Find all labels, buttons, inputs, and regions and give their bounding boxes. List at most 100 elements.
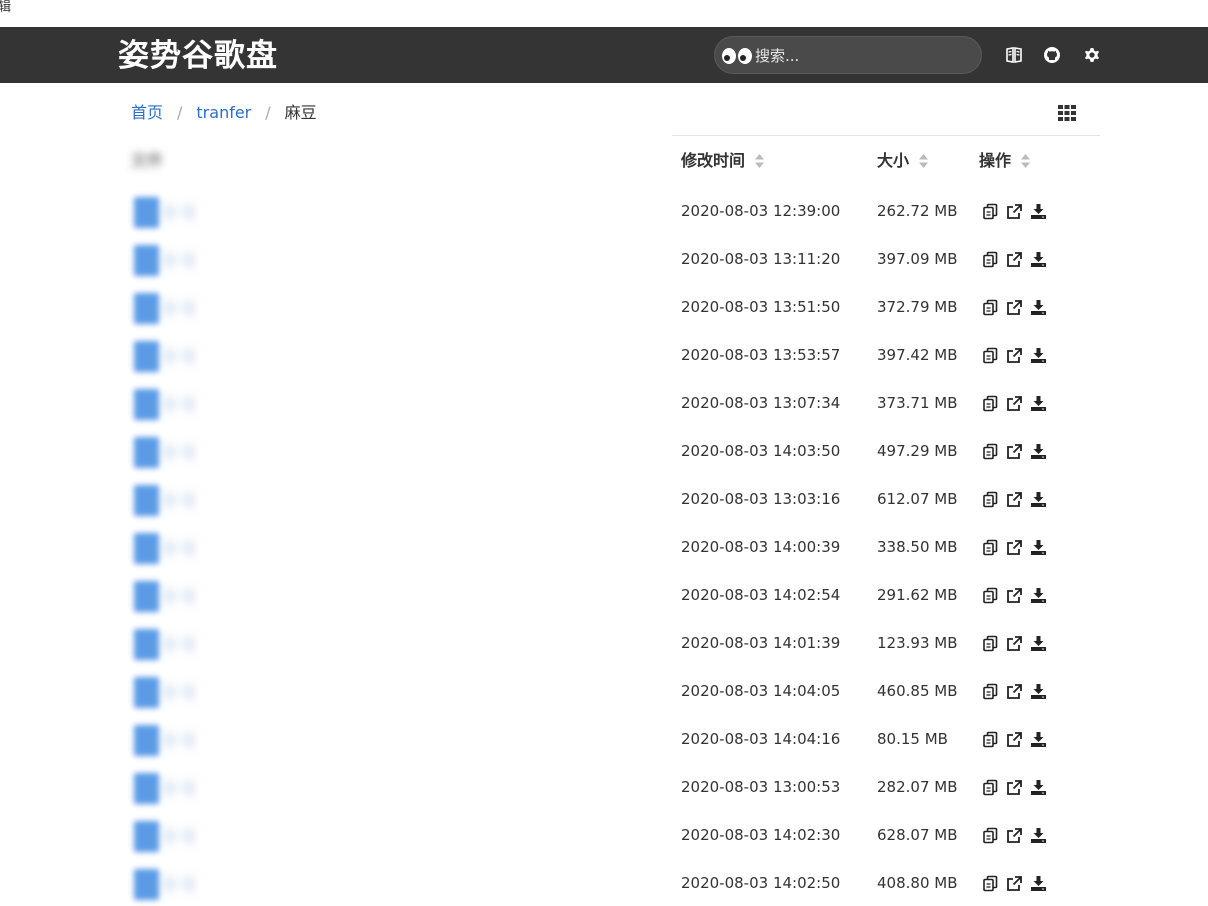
file-icon	[134, 293, 159, 324]
open-external-icon[interactable]	[1006, 731, 1023, 748]
modified-time: 2020-08-03 14:02:50	[681, 874, 841, 892]
open-external-icon[interactable]	[1006, 875, 1023, 892]
copy-link-icon[interactable]	[982, 203, 999, 220]
open-external-icon[interactable]	[1006, 203, 1023, 220]
copy-link-icon[interactable]	[982, 491, 999, 508]
file-name-link[interactable]: [···]	[166, 538, 656, 558]
download-icon[interactable]	[1030, 203, 1047, 220]
copy-link-icon[interactable]	[982, 827, 999, 844]
copy-link-icon[interactable]	[982, 587, 999, 604]
table-row: [···] 2020-08-03 13:07:34 373.71 MB	[0, 380, 1208, 428]
file-name-link[interactable]: [···]	[166, 298, 656, 318]
window-title-fragment: 辑	[0, 0, 12, 15]
file-icon	[134, 725, 159, 756]
file-name-link[interactable]: [···]	[166, 586, 656, 606]
open-external-icon[interactable]	[1006, 779, 1023, 796]
file-size: 338.50 MB	[877, 538, 958, 556]
download-icon[interactable]	[1030, 299, 1047, 316]
copy-link-icon[interactable]	[982, 395, 999, 412]
table-row: [···] 2020-08-03 14:00:39 338.50 MB	[0, 524, 1208, 572]
file-name-link[interactable]: [···]	[166, 730, 656, 750]
modified-time: 2020-08-03 13:03:16	[681, 490, 841, 508]
open-external-icon[interactable]	[1006, 443, 1023, 460]
table-header-divider	[672, 135, 1100, 136]
download-icon[interactable]	[1030, 491, 1047, 508]
copy-link-icon[interactable]	[982, 539, 999, 556]
file-size: 397.42 MB	[877, 346, 958, 364]
book-icon[interactable]	[1005, 46, 1023, 64]
sort-icon	[1021, 154, 1031, 168]
download-icon[interactable]	[1030, 635, 1047, 652]
open-external-icon[interactable]	[1006, 587, 1023, 604]
download-icon[interactable]	[1030, 683, 1047, 700]
breadcrumb-home-link[interactable]: 首页	[131, 103, 163, 122]
open-external-icon[interactable]	[1006, 539, 1023, 556]
file-icon	[134, 389, 159, 420]
copy-link-icon[interactable]	[982, 299, 999, 316]
file-name-link[interactable]: [···]	[166, 202, 656, 222]
open-external-icon[interactable]	[1006, 827, 1023, 844]
table-row: [···] 2020-08-03 14:03:50 497.29 MB	[0, 428, 1208, 476]
download-icon[interactable]	[1030, 443, 1047, 460]
copy-link-icon[interactable]	[982, 347, 999, 364]
download-icon[interactable]	[1030, 779, 1047, 796]
file-name-link[interactable]: [···]	[166, 778, 656, 798]
modified-time: 2020-08-03 14:03:50	[681, 442, 841, 460]
file-name-link[interactable]: [···]	[166, 874, 656, 894]
copy-link-icon[interactable]	[982, 683, 999, 700]
copy-link-icon[interactable]	[982, 779, 999, 796]
gear-icon[interactable]	[1083, 46, 1101, 64]
download-icon[interactable]	[1030, 539, 1047, 556]
download-icon[interactable]	[1030, 731, 1047, 748]
file-icon	[134, 533, 159, 564]
open-external-icon[interactable]	[1006, 251, 1023, 268]
copy-link-icon[interactable]	[982, 635, 999, 652]
open-external-icon[interactable]	[1006, 347, 1023, 364]
file-size: 262.72 MB	[877, 202, 958, 220]
download-icon[interactable]	[1030, 347, 1047, 364]
file-icon	[134, 341, 159, 372]
copy-link-icon[interactable]	[982, 443, 999, 460]
file-name-link[interactable]: [···]	[166, 442, 656, 462]
open-external-icon[interactable]	[1006, 299, 1023, 316]
navbar: 姿势谷歌盘 搜索...	[0, 27, 1208, 83]
grid-view-icon[interactable]	[1058, 105, 1076, 121]
file-name-link[interactable]: [···]	[166, 634, 656, 654]
column-header-name[interactable]: 文件	[131, 150, 163, 172]
file-icon	[134, 869, 159, 900]
download-icon[interactable]	[1030, 395, 1047, 412]
open-external-icon[interactable]	[1006, 635, 1023, 652]
modified-time: 2020-08-03 14:04:16	[681, 730, 841, 748]
file-name-link[interactable]: [···]	[166, 394, 656, 414]
file-name-link[interactable]: [···]	[166, 346, 656, 366]
download-icon[interactable]	[1030, 827, 1047, 844]
open-external-icon[interactable]	[1006, 683, 1023, 700]
file-size: 497.29 MB	[877, 442, 958, 460]
copy-link-icon[interactable]	[982, 731, 999, 748]
file-name-link[interactable]: [···]	[166, 826, 656, 846]
github-icon[interactable]	[1043, 46, 1061, 64]
file-icon	[134, 581, 159, 612]
download-icon[interactable]	[1030, 587, 1047, 604]
modified-time: 2020-08-03 13:11:20	[681, 250, 841, 268]
site-brand[interactable]: 姿势谷歌盘	[118, 36, 278, 76]
copy-link-icon[interactable]	[982, 875, 999, 892]
copy-link-icon[interactable]	[982, 251, 999, 268]
file-size: 628.07 MB	[877, 826, 958, 844]
download-icon[interactable]	[1030, 251, 1047, 268]
file-size: 291.62 MB	[877, 586, 958, 604]
file-name-link[interactable]: [···]	[166, 682, 656, 702]
file-name-link[interactable]: [···]	[166, 490, 656, 510]
open-external-icon[interactable]	[1006, 395, 1023, 412]
column-header-size[interactable]: 大小	[877, 150, 929, 172]
file-icon	[134, 773, 159, 804]
breadcrumb-tranfer-link[interactable]: tranfer	[196, 103, 251, 122]
file-name-link[interactable]: [···]	[166, 250, 656, 270]
open-external-icon[interactable]	[1006, 491, 1023, 508]
column-header-modified[interactable]: 修改时间	[681, 150, 765, 172]
column-header-actions-label: 操作	[979, 151, 1012, 170]
search-box[interactable]: 搜索...	[714, 36, 982, 74]
file-size: 372.79 MB	[877, 298, 958, 316]
file-size: 612.07 MB	[877, 490, 958, 508]
download-icon[interactable]	[1030, 875, 1047, 892]
